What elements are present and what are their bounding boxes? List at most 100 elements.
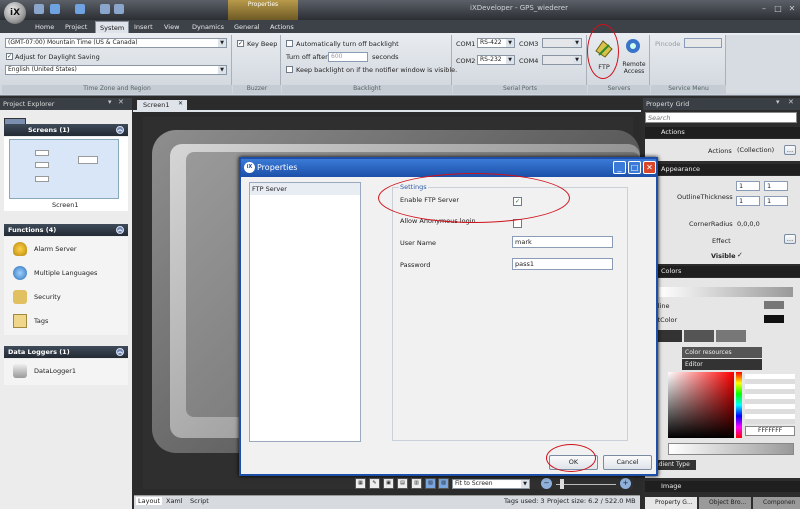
tab-actions[interactable]: Actions xyxy=(266,21,298,33)
image-mode-button[interactable] xyxy=(716,330,746,342)
list-item[interactable]: Security xyxy=(4,285,128,309)
actions-section[interactable]: Actions xyxy=(645,127,800,138)
tab-view[interactable]: View xyxy=(160,21,183,33)
tree-item-ftp-server[interactable]: FTP Server xyxy=(250,183,360,195)
minimize-icon[interactable]: – xyxy=(758,3,770,14)
tool-icon[interactable]: ▨ xyxy=(438,478,449,489)
password-field[interactable]: pass1 xyxy=(512,258,613,270)
outline-input-3[interactable]: 1 xyxy=(736,196,760,206)
timezone-group-label: Time Zone and Region xyxy=(2,85,232,94)
collapse-icon[interactable]: ︽ xyxy=(116,126,124,134)
property-search-input[interactable] xyxy=(645,112,797,123)
gradient-mode-button[interactable] xyxy=(684,330,714,342)
visible-check-icon[interactable]: ✓ xyxy=(737,251,743,259)
outline-input-1[interactable]: 1 xyxy=(736,181,760,191)
tool-icon[interactable]: ▦ xyxy=(355,478,366,489)
color-resources-tab[interactable]: Color resources xyxy=(682,347,762,358)
outline-color-swatch[interactable] xyxy=(764,301,784,309)
collapse-icon[interactable]: ︽ xyxy=(116,226,124,234)
fontcolor-swatch[interactable] xyxy=(764,315,784,323)
tab-home[interactable]: Home xyxy=(31,21,58,33)
run-icon[interactable] xyxy=(100,4,110,14)
list-item[interactable]: Multiple Languages xyxy=(4,261,128,285)
keybeep-checkbox[interactable]: ✓ xyxy=(237,40,244,47)
close-icon[interactable]: ✕ xyxy=(786,3,798,14)
pin-icon[interactable]: ▾ xyxy=(108,98,112,106)
tool-icon[interactable]: ▣ xyxy=(383,478,394,489)
timezone-combo[interactable]: (GMT-07:00) Mountain Time (US & Canada) ▼ xyxy=(5,38,227,48)
maximize-icon[interactable]: □ xyxy=(772,3,784,14)
zoom-combo[interactable]: Fit to Screen ▼ xyxy=(452,479,530,489)
appearance-section[interactable]: Appearance xyxy=(645,164,800,175)
tool-icon[interactable]: ▤ xyxy=(397,478,408,489)
screen1-label[interactable]: Screen1 xyxy=(52,201,78,209)
editor-tab[interactable]: Editor xyxy=(682,359,762,370)
tab-dynamics[interactable]: Dynamics xyxy=(188,21,228,33)
zoom-in-icon[interactable]: + xyxy=(620,478,631,489)
screen1-thumbnail[interactable] xyxy=(9,139,119,199)
dst-checkbox[interactable]: ✓ xyxy=(6,53,13,60)
com2-combo[interactable]: RS-232 ▼ xyxy=(477,55,515,65)
zoom-slider-thumb[interactable] xyxy=(560,479,564,489)
close-icon[interactable]: ✕ xyxy=(788,98,794,106)
functions-header[interactable]: Functions (4) ︽ xyxy=(4,224,128,236)
actions-ellipsis-button[interactable]: … xyxy=(784,145,796,155)
tab-project[interactable]: Project xyxy=(61,21,91,33)
zoom-out-icon[interactable]: − xyxy=(541,478,552,489)
color-picker-area[interactable] xyxy=(668,372,734,438)
tab-insert[interactable]: Insert xyxy=(130,21,157,33)
list-item[interactable]: DataLogger1 xyxy=(4,359,128,383)
keep-backlight-checkbox[interactable] xyxy=(286,66,293,73)
tab-layout[interactable]: Layout xyxy=(136,497,163,505)
maximize-icon[interactable]: □ xyxy=(628,161,641,174)
tab-components[interactable]: Componen xyxy=(753,497,800,509)
list-item[interactable]: Alarm Server xyxy=(4,237,128,261)
outline-input-4[interactable]: 1 xyxy=(764,196,788,206)
colors-section[interactable]: Colors xyxy=(645,266,800,277)
pincode-input[interactable] xyxy=(684,38,722,48)
tab-object-browser[interactable]: Object Bro... xyxy=(699,497,751,509)
hex-input[interactable]: FFFFFFF xyxy=(745,426,795,436)
password-label: Password xyxy=(400,261,431,269)
collapse-icon[interactable]: ︽ xyxy=(116,348,124,356)
tab-xaml[interactable]: Xaml xyxy=(166,497,183,505)
close-icon[interactable]: ✕ xyxy=(643,161,656,174)
redo-icon[interactable] xyxy=(75,4,85,14)
com4-combo[interactable]: ▼ xyxy=(542,55,582,65)
username-field[interactable]: mark xyxy=(512,236,613,248)
data-loggers-header[interactable]: Data Loggers (1) ︽ xyxy=(4,346,128,358)
minimize-icon[interactable]: _ xyxy=(613,161,626,174)
tool-icon[interactable]: ▧ xyxy=(425,478,436,489)
cancel-button[interactable]: Cancel xyxy=(603,455,652,470)
locale-combo[interactable]: English (United States) ▼ xyxy=(5,65,227,75)
tab-script[interactable]: Script xyxy=(190,497,209,505)
list-item[interactable]: Tags xyxy=(4,309,128,333)
close-icon[interactable]: ✕ xyxy=(118,98,124,106)
close-icon[interactable]: ✕ xyxy=(178,100,183,107)
undo-icon[interactable] xyxy=(50,4,60,14)
tool-icon[interactable]: ▥ xyxy=(411,478,422,489)
app-logo[interactable]: iX xyxy=(4,2,26,24)
tab-property-grid[interactable]: Property G... xyxy=(645,497,697,509)
tab-general[interactable]: General xyxy=(230,21,264,33)
tool-icon[interactable]: ✎ xyxy=(369,478,380,489)
transfer-icon[interactable] xyxy=(114,4,124,14)
fill-swatch[interactable] xyxy=(659,287,793,297)
gradient-bar[interactable] xyxy=(668,443,794,455)
remote-access-button[interactable]: Remote Access xyxy=(621,37,647,81)
com1-combo[interactable]: RS-422 ▼ xyxy=(477,38,515,48)
effect-ellipsis-button[interactable]: … xyxy=(784,234,796,244)
corner-value: 0,0,0,0 xyxy=(737,220,760,228)
pin-icon[interactable]: ▾ xyxy=(776,98,780,106)
keybeep-label: Key Beep xyxy=(247,40,278,48)
tab-system[interactable]: System xyxy=(95,21,130,33)
hue-slider[interactable] xyxy=(736,372,742,438)
image-section[interactable]: Image xyxy=(645,481,800,492)
save-icon[interactable] xyxy=(34,4,44,14)
auto-off-checkbox[interactable] xyxy=(286,40,293,47)
seconds-input[interactable]: 600 xyxy=(328,52,368,62)
com3-combo[interactable]: ▼ xyxy=(542,38,582,48)
screens-header[interactable]: Screens (1) ︽ xyxy=(4,124,128,136)
zoom-slider[interactable] xyxy=(556,484,616,485)
outline-input-2[interactable]: 1 xyxy=(764,181,788,191)
